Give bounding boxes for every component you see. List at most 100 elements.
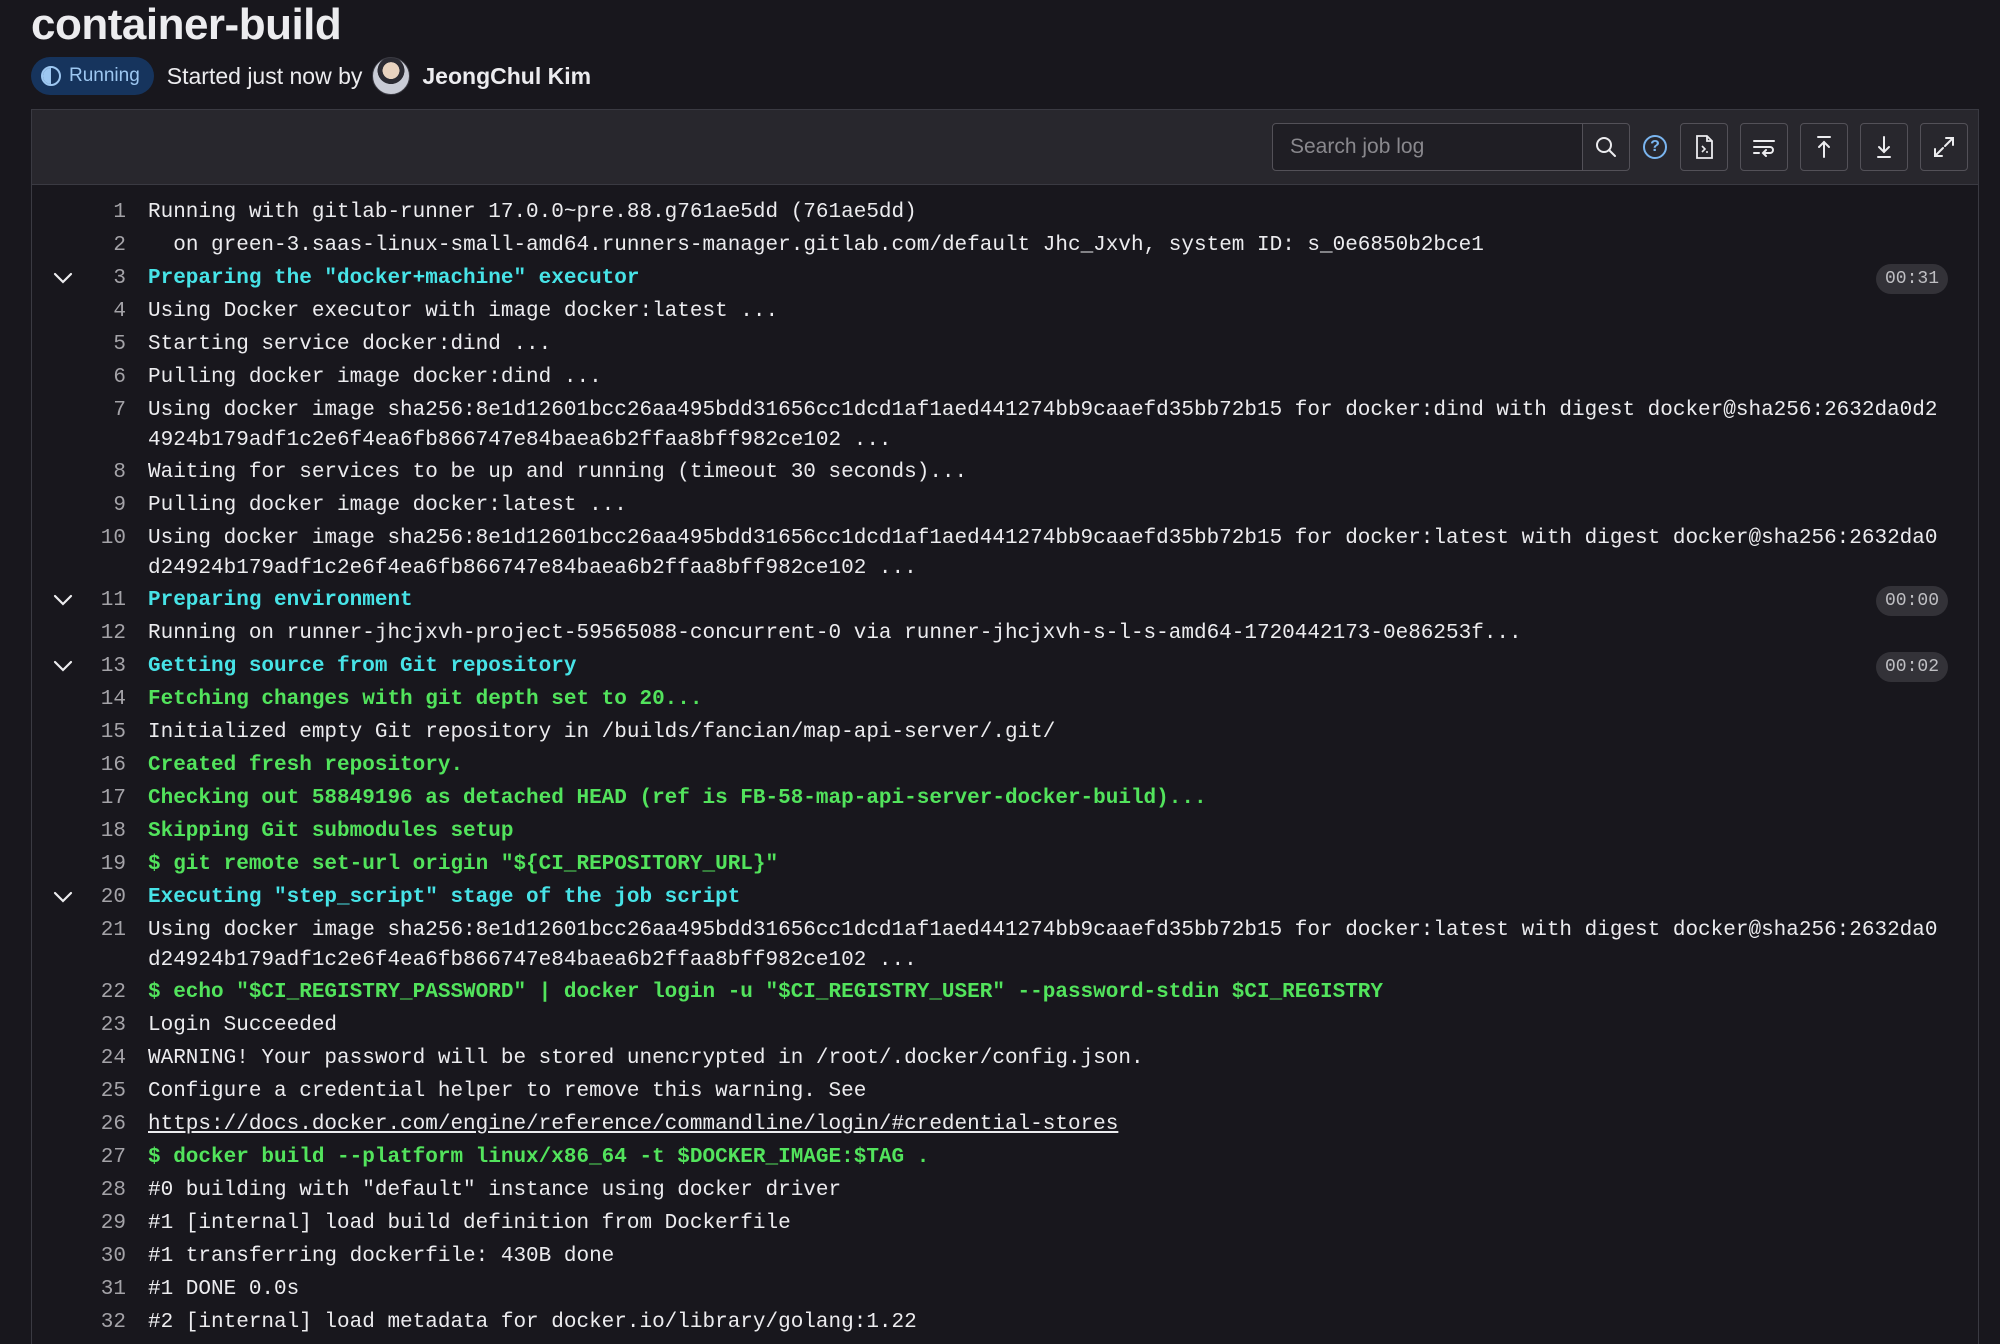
line-number[interactable]: 32 [32,1306,126,1339]
line-wrap-button[interactable] [1740,123,1788,171]
avatar[interactable] [372,57,411,95]
log-line: 30 #1 transferring dockerfile: 430B done [32,1240,1978,1273]
log-section-header[interactable]: 13 Getting source from Git repository 00… [32,650,1978,683]
line-text: Pulling docker image docker:latest ... [148,494,627,517]
log-line: 26 https://docs.docker.com/engine/refere… [32,1108,1978,1141]
log-line: 22 $ echo "$CI_REGISTRY_PASSWORD" | dock… [32,976,1978,1009]
line-number[interactable]: 3 [32,262,126,295]
log-line: 28 #0 building with "default" instance u… [32,1174,1978,1207]
search-input[interactable] [1290,135,1582,159]
log-line: 32 #2 [internal] load metadata for docke… [32,1306,1978,1339]
section-duration: 00:02 [1875,652,1948,682]
log-line: 7 Using docker image sha256:8e1d12601bcc… [32,394,1978,456]
line-number[interactable]: 14 [32,683,126,716]
chevron-down-icon[interactable] [49,264,77,292]
line-text: WARNING! Your password will be stored un… [148,1047,1144,1070]
log-line: 4 Using Docker executor with image docke… [32,295,1978,328]
log-section-header[interactable]: 3 Preparing the "docker+machine" executo… [32,262,1978,295]
line-text: #1 transferring dockerfile: 430B done [148,1245,615,1268]
line-text: Configure a credential helper to remove … [148,1080,867,1103]
help-icon[interactable]: ? [1643,135,1667,159]
log-line: 19 $ git remote set-url origin "${CI_REP… [32,848,1978,881]
line-text: Running with gitlab-runner 17.0.0~pre.88… [148,201,917,224]
raw-log-icon [1696,135,1713,159]
line-number[interactable]: 29 [32,1207,126,1240]
line-number[interactable]: 24 [32,1042,126,1075]
line-number[interactable]: 25 [32,1075,126,1108]
line-number[interactable]: 13 [32,650,126,683]
line-text: Pulling docker image docker:dind ... [148,366,602,389]
line-text: Running on runner-jhcjxvh-project-595650… [148,622,1522,645]
line-number[interactable]: 22 [32,976,126,1009]
log-line: 2 on green-3.saas-linux-small-amd64.runn… [32,229,1978,262]
log-line: 18 Skipping Git submodules setup [32,815,1978,848]
line-number[interactable]: 8 [32,456,126,489]
scroll-top-icon [1817,136,1831,158]
line-number[interactable]: 17 [32,782,126,815]
job-meta: Running Started just now by JeongChul Ki… [31,57,591,95]
line-text: on green-3.saas-linux-small-amd64.runner… [148,234,1484,257]
line-text: Using docker image sha256:8e1d12601bcc26… [148,399,1938,452]
line-text: Initialized empty Git repository in /bui… [148,721,1056,744]
line-number[interactable]: 7 [32,394,126,456]
line-text: Executing "step_script" stage of the job… [148,886,741,909]
line-number[interactable]: 11 [32,584,126,617]
status-badge[interactable]: Running [31,57,154,95]
log-line: 15 Initialized empty Git repository in /… [32,716,1978,749]
line-number[interactable]: 31 [32,1273,126,1306]
line-number[interactable]: 28 [32,1174,126,1207]
log-line: 31 #1 DONE 0.0s [32,1273,1978,1306]
chevron-down-icon[interactable] [49,652,77,680]
scroll-bottom-button[interactable] [1860,123,1908,171]
line-text: Getting source from Git repository [148,655,577,678]
scroll-top-button[interactable] [1800,123,1848,171]
line-text: #0 building with "default" instance usin… [148,1179,842,1202]
chevron-down-icon[interactable] [49,883,77,911]
line-number[interactable]: 5 [32,328,126,361]
job-page: container-build Running Started just now… [0,0,2000,1344]
line-number[interactable]: 10 [32,522,126,584]
line-number[interactable]: 12 [32,617,126,650]
search-button[interactable] [1582,123,1630,171]
line-number[interactable]: 18 [32,815,126,848]
log-section-header[interactable]: 20 Executing "step_script" stage of the … [32,881,1978,914]
line-text: #1 [internal] load build definition from… [148,1212,791,1235]
log-line: 1 Running with gitlab-runner 17.0.0~pre.… [32,196,1978,229]
line-number[interactable]: 1 [32,196,126,229]
line-text: $ docker build --platform linux/x86_64 -… [148,1146,930,1169]
docs-link[interactable]: https://docs.docker.com/engine/reference… [148,1113,1118,1136]
line-number[interactable]: 20 [32,881,126,914]
line-text: Fetching changes with git depth set to 2… [148,688,703,711]
line-number[interactable]: 21 [32,914,126,976]
line-number[interactable]: 2 [32,229,126,262]
author-link[interactable]: JeongChul Kim [422,63,591,90]
log-line: 21 Using docker image sha256:8e1d12601bc… [32,914,1978,976]
log-line: 10 Using docker image sha256:8e1d12601bc… [32,522,1978,584]
line-text: Login Succeeded [148,1014,338,1037]
line-number[interactable]: 26 [32,1108,126,1141]
line-number[interactable]: 15 [32,716,126,749]
line-number[interactable]: 6 [32,361,126,394]
section-duration: 00:00 [1875,586,1948,616]
line-text: Starting service docker:dind ... [148,333,552,356]
chevron-down-icon[interactable] [49,586,77,614]
line-number[interactable]: 16 [32,749,126,782]
log-line: 14 Fetching changes with git depth set t… [32,683,1978,716]
log-section-header[interactable]: 11 Preparing environment 00:00 [32,584,1978,617]
raw-log-button[interactable] [1680,123,1728,171]
line-number[interactable]: 4 [32,295,126,328]
line-number[interactable]: 23 [32,1009,126,1042]
line-wrap-icon [1753,140,1775,157]
line-number[interactable]: 9 [32,489,126,522]
log-line: 17 Checking out 58849196 as detached HEA… [32,782,1978,815]
line-text: $ git remote set-url origin "${CI_REPOSI… [148,853,779,876]
log-line: 16 Created fresh repository. [32,749,1978,782]
line-text: $ echo "$CI_REGISTRY_PASSWORD" | docker … [148,981,1384,1004]
line-number[interactable]: 19 [32,848,126,881]
line-text: https://docs.docker.com/engine/reference… [148,1108,1943,1141]
line-text: Using Docker executor with image docker:… [148,300,779,323]
line-number[interactable]: 27 [32,1141,126,1174]
fullscreen-button[interactable] [1920,123,1968,171]
log-line: 25 Configure a credential helper to remo… [32,1075,1978,1108]
line-number[interactable]: 30 [32,1240,126,1273]
